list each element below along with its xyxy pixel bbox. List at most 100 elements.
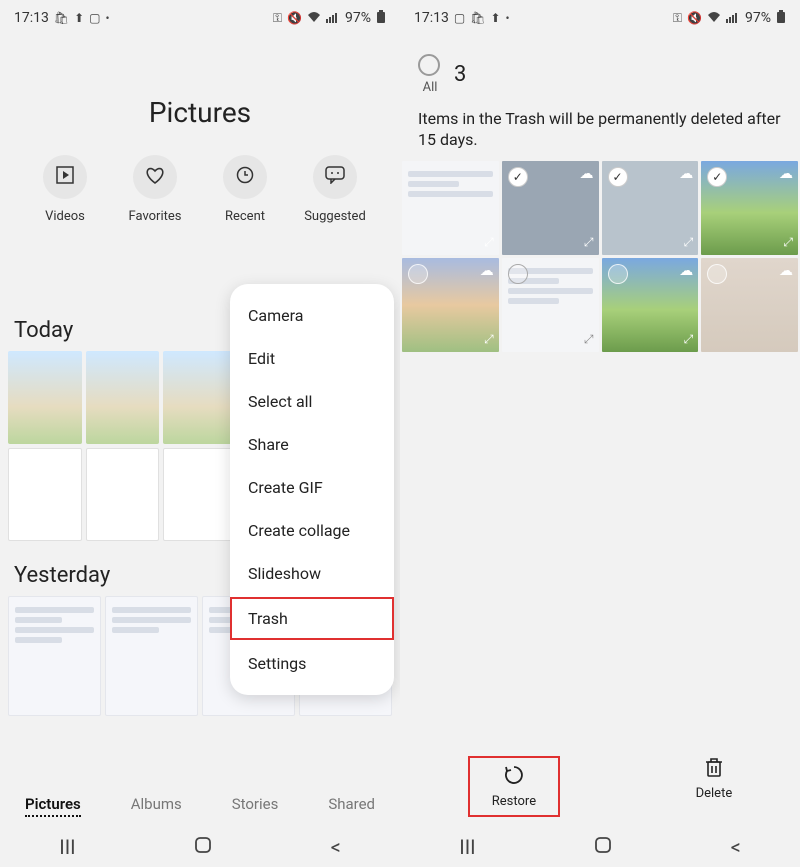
all-label: All (423, 80, 438, 95)
menu-share[interactable]: Share (230, 423, 394, 466)
chat-icon (325, 166, 345, 188)
thumbnail[interactable] (8, 351, 82, 444)
upload-icon: ⬆ (74, 12, 84, 24)
quick-videos[interactable]: Videos (30, 155, 100, 224)
restore-icon (503, 764, 525, 790)
phone-left: 17:13 🛍 ⬆ ▢ • ⚿ 🔇 97% Pictures Videos (0, 0, 400, 867)
menu-camera[interactable]: Camera (230, 294, 394, 337)
menu-settings[interactable]: Settings (230, 642, 394, 685)
thumbnail[interactable] (8, 448, 82, 541)
phone-right: 17:13 ▢ 🛍 ⬆ • ⚿ 🔇 97% All (400, 0, 800, 867)
trash-item[interactable]: ⤢ (402, 161, 499, 255)
mute-icon: 🔇 (687, 12, 702, 24)
menu-trash[interactable]: Trash (230, 597, 394, 640)
vpn-icon: ⚿ (273, 12, 282, 24)
selected-count: 3 (454, 62, 466, 87)
check-icon[interactable]: ✓ (707, 167, 727, 187)
delete-button[interactable]: Delete (696, 756, 733, 817)
cloud-icon: ☁ (480, 263, 494, 279)
home-icon[interactable] (194, 835, 212, 859)
expand-icon: ⤢ (584, 235, 594, 250)
thumbnail[interactable] (86, 448, 160, 541)
expand-icon: ⤢ (484, 332, 494, 347)
vpn-icon: ⚿ (673, 12, 682, 24)
page-title: Pictures (0, 96, 400, 129)
status-time: 17:13 (14, 10, 49, 26)
trash-item[interactable]: ✓ ☁ ⤢ (701, 161, 798, 255)
back-icon[interactable]: < (331, 835, 341, 859)
menu-slideshow[interactable]: Slideshow (230, 552, 394, 595)
trash-item[interactable]: ✓ ☁ ⤢ (502, 161, 599, 255)
restore-label: Restore (492, 794, 536, 809)
menu-create-gif[interactable]: Create GIF (230, 466, 394, 509)
cloud-icon: ☁ (679, 263, 693, 279)
cloud-icon: ☁ (679, 166, 693, 182)
quick-favorites[interactable]: Favorites (120, 155, 190, 224)
quick-recent[interactable]: Recent (210, 155, 280, 224)
menu-select-all[interactable]: Select all (230, 380, 394, 423)
clock-icon (236, 166, 254, 188)
quick-row: Videos Favorites Recent Suggested (0, 155, 400, 224)
expand-icon: ⤢ (783, 235, 793, 250)
action-bar: Restore Delete (400, 748, 800, 827)
tab-stories[interactable]: Stories (232, 795, 279, 817)
home-icon[interactable] (594, 835, 612, 859)
trash-item[interactable]: ☁ ⤢ (602, 258, 699, 352)
signal-icon (726, 11, 740, 25)
check-icon[interactable] (707, 264, 727, 284)
restore-button[interactable]: Restore (468, 756, 560, 817)
statusbar: 17:13 🛍 ⬆ ▢ • ⚿ 🔇 97% (0, 0, 400, 36)
cloud-icon: ☁ (580, 166, 594, 182)
trash-item[interactable]: ⤢ (502, 258, 599, 352)
quick-suggested[interactable]: Suggested (300, 155, 370, 224)
thumbnail[interactable] (8, 596, 101, 716)
wifi-icon (307, 11, 321, 25)
selection-header: All 3 (400, 36, 800, 103)
tab-shared[interactable]: Shared (328, 795, 375, 817)
trash-icon (704, 756, 724, 782)
statusbar: 17:13 ▢ 🛍 ⬆ • ⚿ 🔇 97% (400, 0, 800, 36)
image-icon: ▢ (454, 12, 465, 24)
delete-label: Delete (696, 786, 733, 801)
overflow-menu: Camera Edit Select all Share Create GIF … (230, 284, 394, 695)
play-icon (56, 166, 74, 188)
check-icon[interactable] (508, 264, 528, 284)
trash-item[interactable]: ☁ (701, 258, 798, 352)
tab-pictures[interactable]: Pictures (25, 795, 81, 817)
recents-icon[interactable]: III (59, 835, 75, 859)
menu-edit[interactable]: Edit (230, 337, 394, 380)
recents-icon[interactable]: III (459, 835, 475, 859)
heart-icon (145, 166, 165, 188)
check-icon[interactable]: ✓ (608, 167, 628, 187)
thumbnail[interactable] (86, 351, 160, 444)
bottom-tabs: Pictures Albums Stories Shared (0, 779, 400, 827)
tab-albums[interactable]: Albums (131, 795, 182, 817)
expand-icon: ⤢ (484, 235, 494, 250)
wifi-icon (707, 11, 721, 25)
signal-icon (326, 11, 340, 25)
image-icon: ▢ (89, 12, 100, 24)
expand-icon: ⤢ (684, 235, 694, 250)
android-navbar: III < (0, 827, 400, 867)
upload-icon: ⬆ (490, 12, 500, 24)
trash-item[interactable]: ☁ ⤢ (402, 258, 499, 352)
status-time: 17:13 (414, 10, 449, 26)
select-all-toggle[interactable] (418, 54, 440, 76)
check-icon[interactable]: ✓ (508, 167, 528, 187)
battery-icon (376, 10, 386, 26)
status-battery: 97% (745, 10, 771, 26)
mute-icon: 🔇 (287, 12, 302, 24)
menu-create-collage[interactable]: Create collage (230, 509, 394, 552)
check-icon[interactable] (608, 264, 628, 284)
thumbnail[interactable] (163, 448, 237, 541)
trash-item[interactable]: ✓ ☁ ⤢ (602, 161, 699, 255)
bag-icon: 🛍 (54, 12, 69, 24)
check-icon[interactable] (408, 264, 428, 284)
thumbnail[interactable] (163, 351, 237, 444)
cloud-icon: ☁ (779, 263, 793, 279)
trash-message: Items in the Trash will be permanently d… (400, 103, 800, 161)
thumbnail[interactable] (105, 596, 198, 716)
back-icon[interactable]: < (731, 835, 741, 859)
trash-grid: ⤢ ✓ ☁ ⤢ ✓ ☁ ⤢ ✓ ☁ ⤢ ☁ ⤢ ⤢ ☁ (402, 161, 798, 352)
cloud-icon: ☁ (779, 166, 793, 182)
